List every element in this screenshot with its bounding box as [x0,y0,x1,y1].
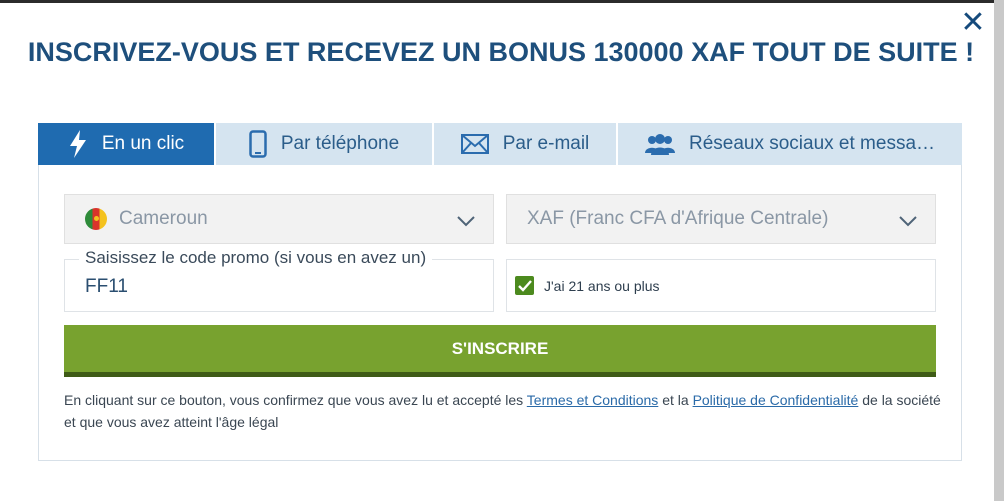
country-value: Cameroun [119,208,208,229]
promo-code-field[interactable]: Saisissez le code promo (si vous en avez… [64,248,494,312]
chevron-down-icon [899,211,917,233]
age-checkbox-label[interactable]: J'ai 21 ans ou plus [544,278,660,294]
tab-label: Réseaux sociaux et messa… [688,133,936,154]
chevron-down-icon [457,211,475,233]
legal-text: En cliquant sur ce bouton, vous confirme… [64,392,527,408]
promo-code-input[interactable]: FF11 [85,276,128,298]
country-select[interactable]: Cameroun [64,194,494,244]
phone-icon [249,130,267,158]
privacy-link[interactable]: Politique de Confidentialité [693,392,859,408]
legal-notice: En cliquant sur ce bouton, vous confirme… [64,389,950,433]
modal-title: INSCRIVEZ-VOUS ET RECEVEZ UN BONUS 13000… [27,37,975,67]
page-backdrop-right [994,0,1004,501]
lightning-icon [68,130,88,158]
terms-link[interactable]: Termes et Conditions [527,392,659,408]
envelope-icon [460,134,489,154]
tab-one-click[interactable]: En un clic [38,123,216,165]
tab-label: En un clic [101,133,185,154]
age-checkbox[interactable] [515,276,534,295]
cameroon-flag-icon [85,208,107,230]
tab-label: Par téléphone [280,133,400,154]
currency-select[interactable]: XAF (Franc CFA d'Afrique Centrale) [506,194,936,244]
age-confirmation: J'ai 21 ans ou plus [506,259,936,312]
tab-label: Par e-mail [502,133,590,154]
tab-phone[interactable]: Par téléphone [216,123,434,165]
legal-text: et la [658,392,693,408]
registration-tabs: En un clic Par téléphone Par e-mail Rése… [38,123,962,165]
tab-email[interactable]: Par e-mail [434,123,618,165]
promo-code-label: Saisissez le code promo (si vous en avez… [79,248,433,268]
currency-value: XAF (Franc CFA d'Afrique Centrale) [527,208,829,229]
users-icon [644,133,675,155]
tab-social[interactable]: Réseaux sociaux et messa… [618,123,962,165]
register-button[interactable]: S'INSCRIRE [64,325,936,377]
